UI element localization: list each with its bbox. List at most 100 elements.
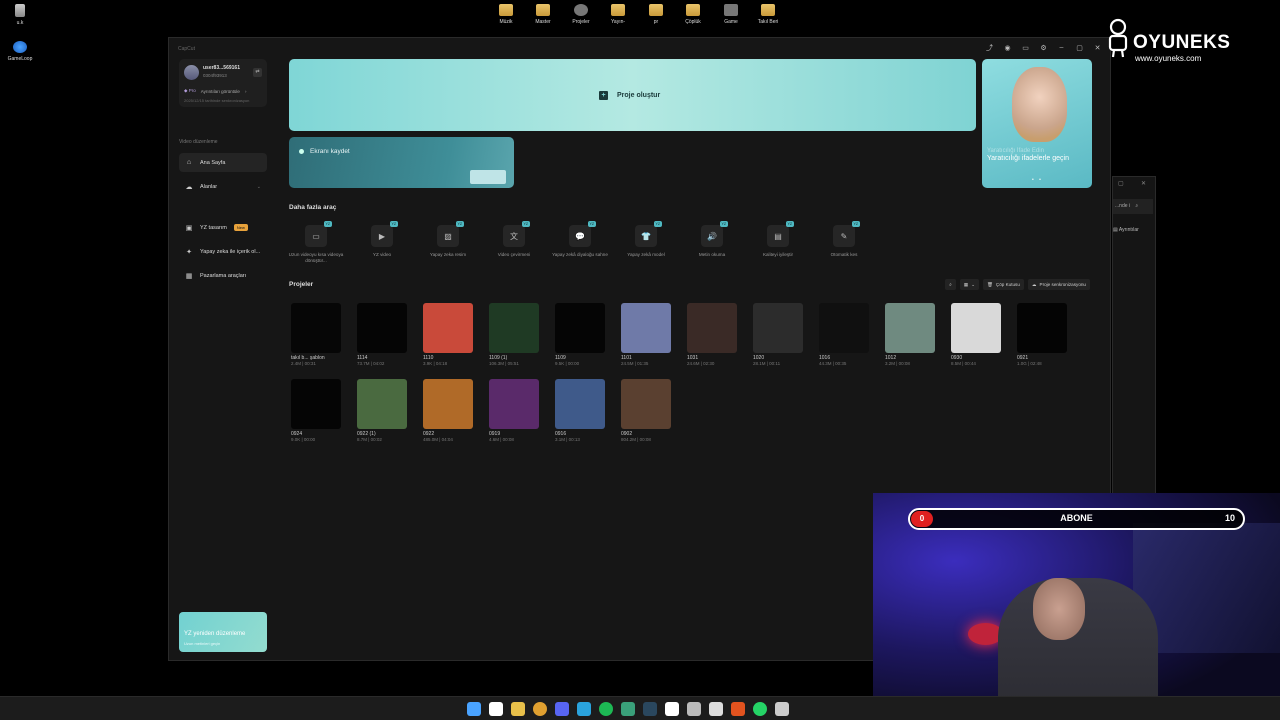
project-thumbnail[interactable] [885,303,935,353]
project-thumbnail[interactable] [489,379,539,429]
project-thumbnail[interactable] [357,303,407,353]
app-icon[interactable] [621,702,635,716]
project-thumbnail[interactable] [753,303,803,353]
project-tile[interactable]: 1109 9.5K | 00:00 [555,303,607,366]
search-icon[interactable] [489,702,503,716]
chrome-icon[interactable] [533,702,547,716]
settings-icon[interactable]: ⚙ [1039,43,1048,52]
project-tile[interactable]: 0924 9.0K | 00:00 [291,379,343,442]
tool-speech[interactable]: 🔊 YZ Metin okuma [683,221,741,258]
close-icon[interactable]: ✕ [1093,43,1102,52]
project-thumbnail[interactable] [291,303,341,353]
layout-icon[interactable]: ▭ [1021,43,1030,52]
view-toggle-button[interactable]: ▦ ⌄ [959,279,980,290]
project-search-button[interactable]: ⌕ [945,279,956,290]
record-screen-button[interactable]: Ekranı kaydet [299,148,350,155]
user-card[interactable]: user83...569161 0304f93913 ⇄ ◆ Pro Ayrın… [179,59,267,107]
project-thumbnail[interactable] [489,303,539,353]
create-project-banner[interactable]: + Proje oluştur [289,59,976,131]
app2-icon[interactable] [775,702,789,716]
project-tile[interactable]: 1110 3.9K | 04:18 [423,303,475,366]
project-tile[interactable]: 1109 (1) 106.3M | 05:51 [489,303,541,366]
minimize-icon[interactable]: – [1057,43,1066,52]
details-button[interactable]: ▤ Ayrıntılar [1113,227,1139,233]
files-icon[interactable] [511,702,525,716]
maximize-icon[interactable]: ▢ [1118,180,1124,187]
help-icon[interactable]: ◉ [1003,43,1012,52]
avatar[interactable] [184,65,199,80]
spotify-icon[interactable] [599,702,613,716]
desktop-icon-pr[interactable]: pr [636,4,676,25]
carousel-dots[interactable]: • • [1032,177,1043,183]
desktop-icon-projeler[interactable]: Projeler [561,4,601,25]
tool-film[interactable]: ▭ YZ Uzun videoyu kısa videoya dönüştür... [287,221,345,264]
project-thumbnail[interactable] [555,303,605,353]
desktop-icon-muzik[interactable]: Müzik [486,4,526,25]
project-thumbnail[interactable] [423,379,473,429]
desktop-icon-yayin[interactable]: Yayın- [598,4,638,25]
feature-carousel-card[interactable]: Yaratıcılığı İfade Edin Yaratıcılığı ifa… [982,59,1092,188]
record-screen-card[interactable]: Ekranı kaydet [289,137,514,188]
desktop-icon-game[interactable]: Game [711,4,751,25]
project-thumbnail[interactable] [687,303,737,353]
tool-shirt[interactable]: 👕 YZ Yapay zekâ model [617,221,675,258]
tool-image[interactable]: ▨ YZ Yapay zeka resim [419,221,477,258]
sync-icon[interactable]: ⇄ [253,68,262,77]
desktop-icon-gameloop[interactable]: GameLoop [0,41,40,62]
maximize-icon[interactable]: ▢ [1075,43,1084,52]
obs-icon[interactable] [687,702,701,716]
project-thumbnail[interactable] [621,303,671,353]
project-thumbnail[interactable] [555,379,605,429]
steam-icon[interactable] [643,702,657,716]
pro-row[interactable]: ◆ Pro Ayrıntıları görüntüle › [184,88,246,94]
discord-icon[interactable] [555,702,569,716]
project-tile[interactable]: takıl b... şablon 2.4M | 00:31 [291,303,343,366]
desktop-icon-recycle-bin[interactable]: u.k [0,4,40,26]
desktop-icon-takil-beri[interactable]: Takıl Beri [748,4,788,25]
project-thumbnail[interactable] [951,303,1001,353]
create-project-button[interactable]: + Proje oluştur [599,91,660,100]
project-tile[interactable]: 0919 4.6M | 00:08 [489,379,541,442]
sidebar-item-ai-content[interactable]: ✦ Yapay zeka ile içerik ol... [179,242,267,261]
sidebar-item-marketing[interactable]: ▦ Pazarlama araçları [179,266,267,285]
project-tile[interactable]: 0916 3.1M | 00:13 [555,379,607,442]
project-thumbnail[interactable] [357,379,407,429]
capcut-icon[interactable] [665,702,679,716]
tool-eraser[interactable]: ✎ YZ Otomatik kes [815,221,873,258]
project-thumbnail[interactable] [621,379,671,429]
background-search-input[interactable]: ...nde i ⌕ [1113,199,1153,214]
project-tile[interactable]: 0921 1.0G | 02:48 [1017,303,1069,366]
project-tile[interactable]: 1031 24.6M | 02:30 [687,303,739,366]
share-icon[interactable]: ⤴ [985,43,994,52]
tool-ai-video[interactable]: ▶ YZ YZ video [353,221,411,258]
project-tile[interactable]: 1016 44.3M | 00:35 [819,303,871,366]
project-tile[interactable]: 1020 28.1M | 00:11 [753,303,805,366]
project-tile[interactable]: 0930 8.5M | 00:44 [951,303,1003,366]
whatsapp-icon[interactable] [753,702,767,716]
project-sync-button[interactable]: ☁ Proje senkronizasyonu [1027,279,1090,290]
project-thumbnail[interactable] [819,303,869,353]
tool-enhance[interactable]: ▤ YZ Kaliteyi iyileştir [749,221,807,258]
sidebar-item-ai-design[interactable]: ▣ YZ tasarım New [179,218,267,237]
close-icon[interactable]: ✕ [1141,180,1146,187]
sidebar-item-home[interactable]: ⌂ Ana Sayfa [179,153,267,172]
pro-details-link[interactable]: Ayrıntıları görüntüle [201,89,240,94]
project-tile[interactable]: 1101 24.5M | 01:35 [621,303,673,366]
desktop-icon-master[interactable]: Master [523,4,563,25]
project-thumbnail[interactable] [423,303,473,353]
fox-icon[interactable] [731,702,745,716]
mail-icon[interactable] [709,702,723,716]
project-tile[interactable]: 0922 485.0M | 04:04 [423,379,475,442]
tool-dialogue[interactable]: 💬 YZ Yapay zekâ diyaloğu sahne [551,221,609,258]
telegram-icon[interactable] [577,702,591,716]
project-tile[interactable]: 0922 (1) 8.7M | 00:02 [357,379,409,442]
tool-translate[interactable]: 文 YZ Video çevirmeni [485,221,543,258]
project-tile[interactable]: 1012 3.2M | 00:08 [885,303,937,366]
trash-button[interactable]: 🗑 Çöp Kutusu [983,279,1024,290]
sidebar-item-spaces[interactable]: ☁ Alanlar ⌄ [179,177,267,196]
project-thumbnail[interactable] [291,379,341,429]
project-tile[interactable]: 0902 804.2M | 00:08 [621,379,673,442]
project-thumbnail[interactable] [1017,303,1067,353]
windows-icon[interactable] [467,702,481,716]
project-tile[interactable]: 1114 73.7M | 04:02 [357,303,409,366]
